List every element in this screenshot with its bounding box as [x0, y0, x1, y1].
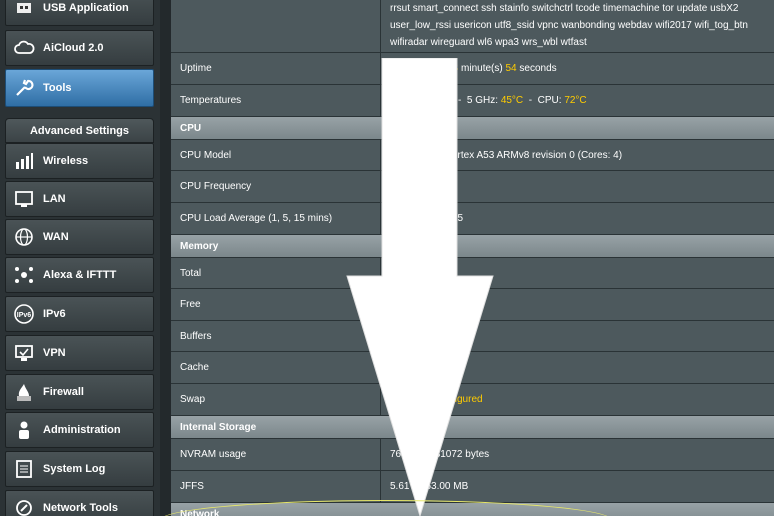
sidebar-item-administration[interactable]: Administration [5, 412, 154, 448]
log-icon [11, 456, 37, 482]
sidebar-item-wan[interactable]: WAN [5, 219, 154, 255]
wrench-icon [11, 75, 37, 101]
features-row: rrsut smart_connect ssh stainfo switchct… [171, 0, 774, 53]
network-tools-icon [11, 495, 37, 516]
ipv6-icon: IPv6 [11, 301, 37, 327]
sidebar-item-label: Network Tools [43, 502, 118, 514]
sidebar-item-network-tools[interactable]: Network Tools [5, 490, 154, 516]
cloud-icon [11, 35, 37, 61]
sidebar-item-aicloud[interactable]: AiCloud 2.0 [5, 30, 154, 66]
sidebar-item-firewall[interactable]: Firewall [5, 374, 154, 410]
sidebar-item-tools[interactable]: Tools [5, 69, 154, 107]
down-arrow-annotation-icon [346, 58, 494, 516]
advanced-settings-header: Advanced Settings [5, 118, 154, 143]
usb-icon [11, 0, 37, 21]
vpn-icon [11, 340, 37, 366]
sidebar-item-label: System Log [43, 463, 106, 475]
sidebar-item-vpn[interactable]: VPN [5, 335, 154, 371]
sidebar-item-usb-application[interactable]: USB Application [5, 0, 154, 26]
sidebar-item-label: WAN [43, 231, 69, 243]
sidebar-item-alexa-ifttt[interactable]: Alexa & IFTTT [5, 257, 154, 293]
lan-icon [11, 186, 37, 212]
sidebar-item-label: LAN [43, 193, 66, 205]
svg-text:IPv6: IPv6 [17, 312, 32, 319]
sidebar-item-label: Firewall [43, 386, 84, 398]
sidebar-item-ipv6[interactable]: IPv6 IPv6 [5, 296, 154, 332]
sidebar: USB Application AiCloud 2.0 Tools Advanc… [0, 0, 160, 516]
sidebar-item-label: USB Application [43, 2, 129, 14]
firewall-icon [11, 379, 37, 405]
sidebar-item-label: Alexa & IFTTT [43, 269, 117, 281]
alexa-icon [11, 262, 37, 288]
sidebar-item-label: Wireless [43, 155, 89, 167]
wifi-icon [11, 148, 37, 174]
sidebar-item-label: IPv6 [43, 308, 66, 320]
globe-icon [11, 224, 37, 250]
sidebar-item-lan[interactable]: LAN [5, 181, 154, 217]
sidebar-item-wireless[interactable]: Wireless [5, 143, 154, 179]
sidebar-item-label: Administration [43, 424, 121, 436]
admin-icon [11, 417, 37, 443]
sidebar-item-system-log[interactable]: System Log [5, 451, 154, 487]
sidebar-item-label: AiCloud 2.0 [43, 42, 104, 54]
sidebar-item-label: VPN [43, 347, 66, 359]
sidebar-item-label: Tools [43, 82, 72, 94]
features-list: rrsut smart_connect ssh stainfo switchct… [390, 3, 748, 48]
